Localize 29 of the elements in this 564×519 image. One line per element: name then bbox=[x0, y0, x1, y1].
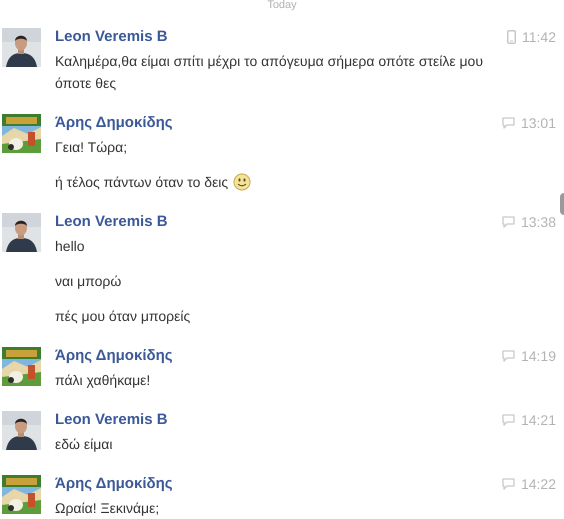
message-text: ή τέλος πάντων όταν το δεις bbox=[55, 173, 228, 192]
chat-bubble-icon bbox=[502, 414, 515, 426]
chat-bubble-icon bbox=[502, 350, 515, 362]
sender-name[interactable]: Leon Veremis B bbox=[55, 408, 168, 432]
message-text: Γεια! Τώρα; bbox=[55, 138, 128, 157]
message-text: ναι μπορώ bbox=[55, 272, 122, 291]
sender-name[interactable]: Άρης Δημοκίδης bbox=[55, 344, 173, 368]
chat-bubble-icon bbox=[502, 478, 515, 490]
sender-name[interactable]: Άρης Δημοκίδης bbox=[55, 112, 173, 134]
phone-icon bbox=[507, 30, 516, 44]
message-time: 13:38 bbox=[520, 212, 556, 232]
message-time: 14:19 bbox=[520, 346, 556, 366]
message-time: 14:22 bbox=[520, 474, 556, 494]
chat-bubble-icon bbox=[502, 117, 515, 129]
message-text: hello bbox=[55, 237, 85, 256]
message-text: πάλι χαθήκαμε! bbox=[55, 371, 150, 390]
sender-name[interactable]: Άρης Δημοκίδης bbox=[55, 472, 173, 496]
sender-name[interactable]: Leon Veremis B bbox=[55, 26, 168, 48]
message-time: 11:42 bbox=[522, 28, 556, 46]
date-divider: Today bbox=[267, 0, 297, 13]
message-text: πές μου όταν μπορείς bbox=[55, 307, 190, 326]
message-time: 14:21 bbox=[520, 410, 556, 430]
message-text: Ωραία! Ξεκινάμε; bbox=[55, 499, 160, 518]
scrollbar-thumb[interactable] bbox=[560, 193, 564, 215]
message-text: εδώ είμαι bbox=[55, 435, 112, 454]
sender-name[interactable]: Leon Veremis B bbox=[55, 210, 168, 234]
message-text: Καλημέρα,θα είμαι σπίτι μέχρι το απόγευμα σήμερα οπότε στείλε μου όποτε θες bbox=[55, 52, 484, 93]
chat-bubble-icon bbox=[502, 216, 515, 228]
message-time: 13:01 bbox=[520, 114, 556, 132]
